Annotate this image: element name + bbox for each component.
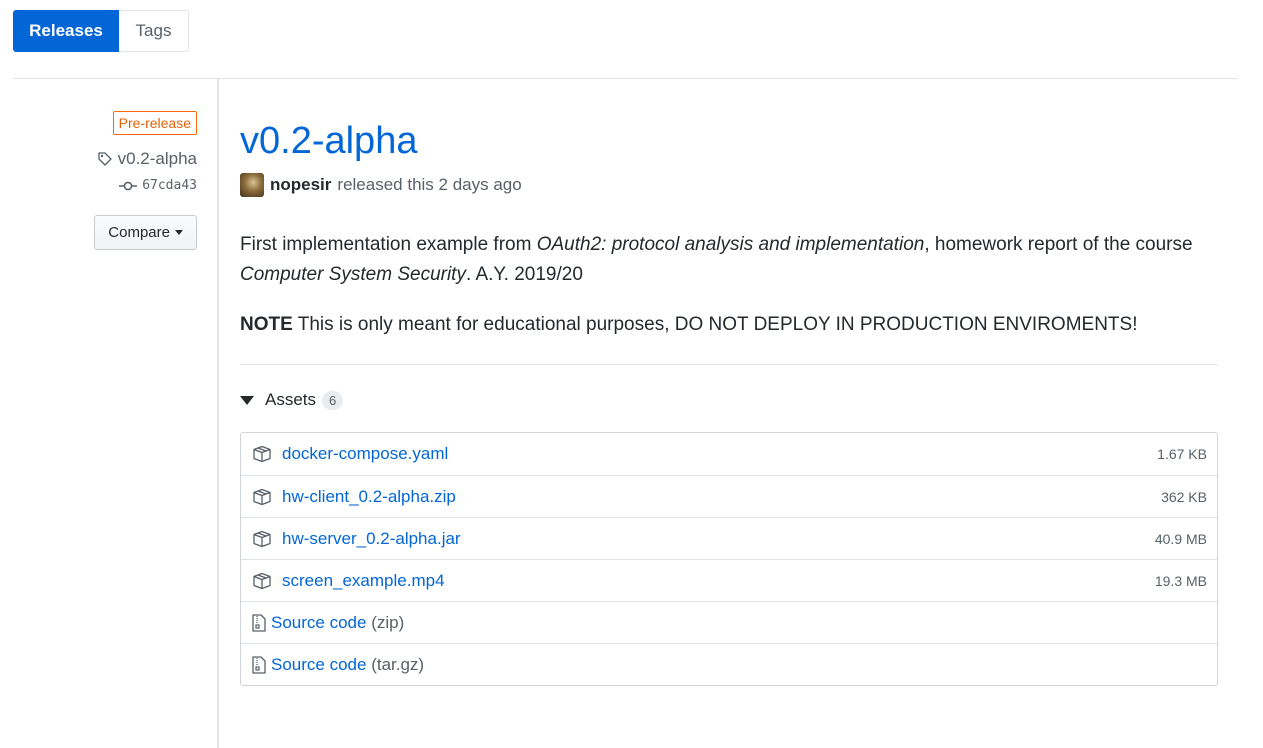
asset-link[interactable]: hw-client_0.2-alpha.zip — [282, 487, 456, 507]
source-code-targz-link[interactable]: Source code (tar.gz) — [271, 655, 424, 675]
release-description: First implementation example from OAuth2… — [240, 230, 1218, 290]
assets-divider — [240, 364, 1218, 365]
asset-list: docker-compose.yaml 1.67 KB hw-client_0.… — [240, 432, 1218, 686]
git-commit-icon — [119, 180, 138, 192]
desc-part-3: . A.Y. 2019/20 — [465, 264, 583, 285]
compare-label: Compare — [108, 224, 170, 241]
source-code-label: Source code — [271, 612, 367, 632]
list-item: Source code (tar.gz) — [241, 643, 1217, 685]
release-title[interactable]: v0.2-alpha — [240, 112, 1218, 170]
desc-emphasis-2: Computer System Security — [240, 264, 466, 285]
tag-icon — [97, 151, 113, 167]
asset-link[interactable]: screen_example.mp4 — [282, 571, 445, 591]
release-byline: nopesir released this 2 days ago — [240, 172, 1218, 198]
asset-size: 1.67 KB — [1157, 446, 1207, 462]
list-item: hw-client_0.2-alpha.zip 362 KB — [241, 475, 1217, 517]
package-icon — [252, 530, 272, 548]
assets-label: Assets — [265, 390, 317, 409]
desc-part-1: First implementation example from — [240, 234, 537, 255]
package-icon — [252, 445, 272, 463]
release-note: NOTE This is only meant for educational … — [240, 310, 1218, 340]
release-meta: Pre-release v0.2-alpha 67cda43 Compare — [13, 111, 197, 250]
prerelease-badge: Pre-release — [112, 111, 197, 135]
tag-link[interactable]: v0.2-alpha — [13, 149, 197, 169]
asset-link[interactable]: hw-server_0.2-alpha.jar — [282, 529, 461, 549]
desc-part-2: , homework report of the course — [924, 234, 1193, 255]
timeline-line — [217, 78, 219, 748]
author-link[interactable]: nopesir — [270, 175, 331, 195]
top-divider — [13, 78, 1238, 79]
package-icon — [252, 572, 272, 590]
caret-down-icon — [175, 230, 183, 235]
source-code-zip-link[interactable]: Source code (zip) — [271, 613, 404, 633]
assets-toggle[interactable]: Assets 6 — [240, 389, 1218, 411]
tab-releases[interactable]: Releases — [13, 10, 119, 52]
desc-emphasis-1: OAuth2: protocol analysis and implementa… — [536, 234, 925, 255]
triangle-down-icon — [240, 395, 254, 405]
asset-size: 19.3 MB — [1154, 572, 1207, 589]
compare-button[interactable]: Compare — [94, 215, 197, 250]
asset-link[interactable]: docker-compose.yaml — [282, 444, 448, 464]
note-text: This is only meant for educational purpo… — [292, 314, 1138, 335]
avatar[interactable] — [240, 173, 264, 197]
released-text: released this 2 days ago — [337, 175, 522, 194]
release-main: v0.2-alpha nopesir released this 2 days … — [240, 112, 1218, 686]
list-item: hw-server_0.2-alpha.jar 40.9 MB — [241, 517, 1217, 559]
list-item: docker-compose.yaml 1.67 KB — [241, 433, 1217, 475]
release-tabs: Releases Tags — [13, 10, 189, 52]
asset-size: 40.9 MB — [1154, 530, 1207, 547]
tab-tags[interactable]: Tags — [119, 10, 189, 52]
package-icon — [252, 488, 272, 506]
commit-link[interactable]: 67cda43 — [13, 178, 197, 193]
file-zip-icon — [252, 655, 266, 674]
note-label: NOTE — [240, 314, 293, 335]
assets-count-badge: 6 — [322, 390, 344, 410]
file-zip-icon — [252, 613, 266, 632]
list-item: Source code (zip) — [241, 601, 1217, 643]
source-code-ext: (zip) — [371, 612, 405, 632]
source-code-label: Source code — [271, 654, 367, 674]
tag-name: v0.2-alpha — [117, 149, 197, 168]
list-item: screen_example.mp4 19.3 MB — [241, 559, 1217, 601]
commit-sha: 67cda43 — [142, 178, 197, 193]
source-code-ext: (tar.gz) — [371, 654, 425, 674]
asset-size: 362 KB — [1161, 488, 1207, 505]
